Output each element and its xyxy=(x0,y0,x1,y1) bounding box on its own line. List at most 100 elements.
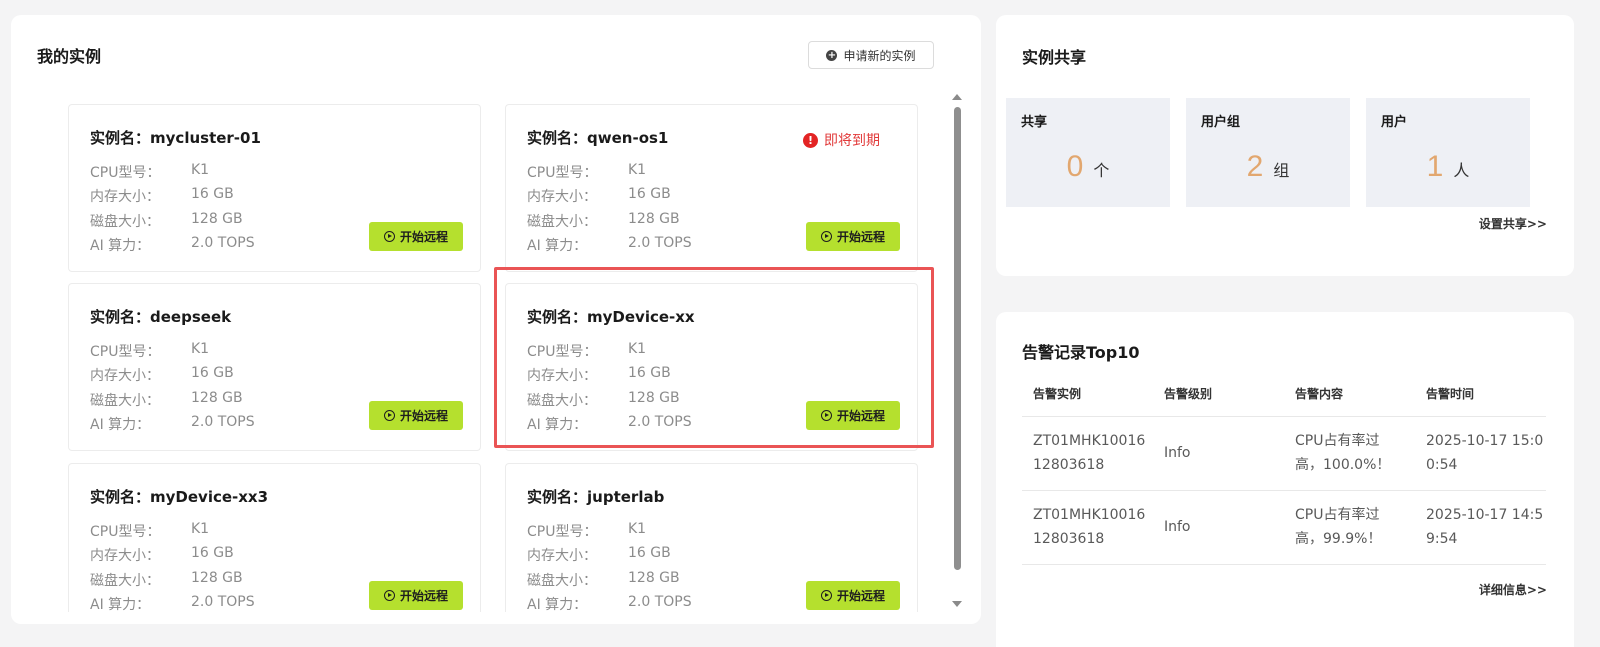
stat-label: 用户组 xyxy=(1201,115,1241,130)
scroll-down-arrow-icon[interactable] xyxy=(952,601,962,607)
spec-row-memory: 内存大小： 16 GB xyxy=(90,365,234,385)
spec-value: 2.0 TOPS xyxy=(628,594,692,610)
spec-label: AI 算力： xyxy=(90,417,151,433)
alert-table: 告警实例 告警级别 告警内容 告警时间 ZT01MHK10016 12803618… xyxy=(1022,372,1546,565)
spec-row-disk: 磁盘大小： 128 GB xyxy=(90,211,243,231)
alert-level-cell: Info xyxy=(1153,416,1284,491)
spec-value: 2.0 TOPS xyxy=(628,414,692,430)
spec-label: CPU型号： xyxy=(90,344,161,360)
spec-value: K1 xyxy=(628,341,647,357)
instance-name: 实例名：mycluster-01 xyxy=(90,129,261,147)
spec-value: K1 xyxy=(191,162,210,178)
play-circle-icon xyxy=(820,410,832,421)
stat-box-user: 用户 1人 xyxy=(1366,98,1530,207)
spec-row-ai: AI 算力： 2.0 TOPS xyxy=(527,594,692,612)
instance-name: 实例名：myDevice-xx xyxy=(527,308,695,326)
warning-icon: ! xyxy=(803,132,818,148)
instance-card[interactable]: 实例名：mycluster-01 CPU型号： K1 内存大小： 16 GB 磁盘大小： 1… xyxy=(68,104,481,272)
spec-row-disk: 磁盘大小： 128 GB xyxy=(527,211,680,231)
spec-value: 16 GB xyxy=(628,365,671,381)
table-row[interactable]: ZT01MHK10016 12803618 Info CPU占有率过 高，100.0… xyxy=(1022,416,1546,491)
spec-label: CPU型号： xyxy=(527,344,598,360)
spec-label: AI 算力： xyxy=(527,417,588,433)
expiring-label: 即将到期 xyxy=(824,133,880,149)
share-settings-link[interactable]: 设置共享>> xyxy=(1479,215,1547,232)
spec-label: AI 算力： xyxy=(90,597,151,612)
spec-row-disk: 磁盘大小： 128 GB xyxy=(90,390,243,410)
apply-new-instance-button[interactable]: + 申请新的实例 xyxy=(808,41,934,69)
plus-circle-icon: + xyxy=(826,49,838,61)
instance-card[interactable]: 实例名：qwen-os1 CPU型号： K1 内存大小： 16 GB 磁盘大小： 128 G… xyxy=(505,104,918,272)
alert-instance-cell: ZT01MHK10016 12803618 xyxy=(1022,416,1153,491)
instance-share-panel: 实例共享 共享 0个 用户组 2组 用户 1人 设置共享>> xyxy=(996,15,1574,276)
start-remote-button[interactable]: 开始远程 xyxy=(369,222,463,251)
alert-details-link[interactable]: 详细信息>> xyxy=(1479,581,1547,598)
spec-label: 内存大小： xyxy=(90,189,160,205)
stat-value: 1 xyxy=(1426,150,1444,183)
alert-time-cell: 2025-10-17 14:5 9:54 xyxy=(1415,490,1546,565)
spec-label: 磁盘大小： xyxy=(90,393,160,409)
instances-panel-title: 我的实例 xyxy=(37,47,102,66)
alert-content-cell: CPU占有率过 高，99.9%！ xyxy=(1284,490,1415,565)
spec-label: 磁盘大小： xyxy=(527,214,597,230)
alert-table-header: 告警实例 告警级别 告警内容 告警时间 xyxy=(1022,372,1546,417)
start-remote-button[interactable]: 开始远程 xyxy=(806,222,900,251)
play-circle-icon xyxy=(383,231,395,242)
spec-label: 内存大小： xyxy=(90,368,160,384)
instance-card-list[interactable]: 实例名：mycluster-01 CPU型号： K1 内存大小： 16 GB 磁盘大小： 1… xyxy=(55,87,947,612)
stat-value: 0 xyxy=(1066,150,1084,183)
spec-row-ai: AI 算力： 2.0 TOPS xyxy=(527,235,692,255)
spec-value: 16 GB xyxy=(628,545,671,561)
spec-label: 磁盘大小： xyxy=(90,573,160,589)
spec-label: AI 算力： xyxy=(527,597,588,612)
play-circle-icon xyxy=(383,410,395,421)
scroll-up-arrow-icon[interactable] xyxy=(952,94,962,100)
spec-row-ai: AI 算力： 2.0 TOPS xyxy=(90,235,255,255)
table-row[interactable]: ZT01MHK10016 12803618 Info CPU占有率过 高，99.9%… xyxy=(1022,490,1546,565)
instance-name: 实例名：jupterlab xyxy=(527,488,665,506)
spec-label: 磁盘大小： xyxy=(527,393,597,409)
expiring-badge: ! 即将到期 xyxy=(803,130,880,150)
play-circle-icon xyxy=(820,590,832,601)
spec-value: 128 GB xyxy=(191,570,243,586)
stat-box-share: 共享 0个 xyxy=(1006,98,1170,207)
share-panel-title: 实例共享 xyxy=(1022,48,1087,67)
spec-label: 内存大小： xyxy=(527,368,597,384)
spec-row-cpu: CPU型号： K1 xyxy=(527,162,646,182)
spec-value: 16 GB xyxy=(191,545,234,561)
start-remote-button[interactable]: 开始远程 xyxy=(806,581,900,610)
spec-value: 2.0 TOPS xyxy=(191,414,255,430)
column-header: 告警实例 xyxy=(1022,372,1153,417)
spec-value: 128 GB xyxy=(628,211,680,227)
spec-value: 128 GB xyxy=(628,570,680,586)
spec-row-cpu: CPU型号： K1 xyxy=(90,521,209,541)
spec-value: 2.0 TOPS xyxy=(628,235,692,251)
spec-row-disk: 磁盘大小： 128 GB xyxy=(90,570,243,590)
start-remote-button[interactable]: 开始远程 xyxy=(369,581,463,610)
column-header: 告警级别 xyxy=(1153,372,1284,417)
spec-row-memory: 内存大小： 16 GB xyxy=(527,545,671,565)
spec-value: K1 xyxy=(191,521,210,537)
start-remote-button[interactable]: 开始远程 xyxy=(369,401,463,430)
scrollbar-thumb[interactable] xyxy=(954,107,961,570)
spec-label: CPU型号： xyxy=(527,524,598,540)
spec-row-memory: 内存大小： 16 GB xyxy=(90,545,234,565)
instance-card[interactable]: 实例名：myDevice-xx3 CPU型号： K1 内存大小： 16 GB 磁盘大小： 1… xyxy=(68,463,481,612)
spec-label: 内存大小： xyxy=(90,548,160,564)
instance-card[interactable]: 实例名：myDevice-xx CPU型号： K1 内存大小： 16 GB 磁盘大小： 12… xyxy=(505,283,918,451)
instance-card[interactable]: 实例名：jupterlab CPU型号： K1 内存大小： 16 GB 磁盘大小： 128 … xyxy=(505,463,918,612)
instance-name: 实例名：myDevice-xx3 xyxy=(90,488,269,506)
spec-row-ai: AI 算力： 2.0 TOPS xyxy=(90,594,255,612)
stat-box-user-group: 用户组 2组 xyxy=(1186,98,1350,207)
instance-name: 实例名：qwen-os1 xyxy=(527,129,669,147)
start-remote-button[interactable]: 开始远程 xyxy=(806,401,900,430)
alert-instance-cell: ZT01MHK10016 12803618 xyxy=(1022,490,1153,565)
instance-card[interactable]: 实例名：deepseek CPU型号： K1 内存大小： 16 GB 磁盘大小： 128 G… xyxy=(68,283,481,451)
start-remote-label: 开始远程 xyxy=(399,589,448,603)
spec-value: K1 xyxy=(191,341,210,357)
spec-row-memory: 内存大小： 16 GB xyxy=(90,186,234,206)
alert-content-cell: CPU占有率过 高，100.0%！ xyxy=(1284,416,1415,491)
spec-value: 128 GB xyxy=(628,390,680,406)
play-circle-icon xyxy=(383,590,395,601)
apply-new-instance-label: 申请新的实例 xyxy=(843,48,916,63)
